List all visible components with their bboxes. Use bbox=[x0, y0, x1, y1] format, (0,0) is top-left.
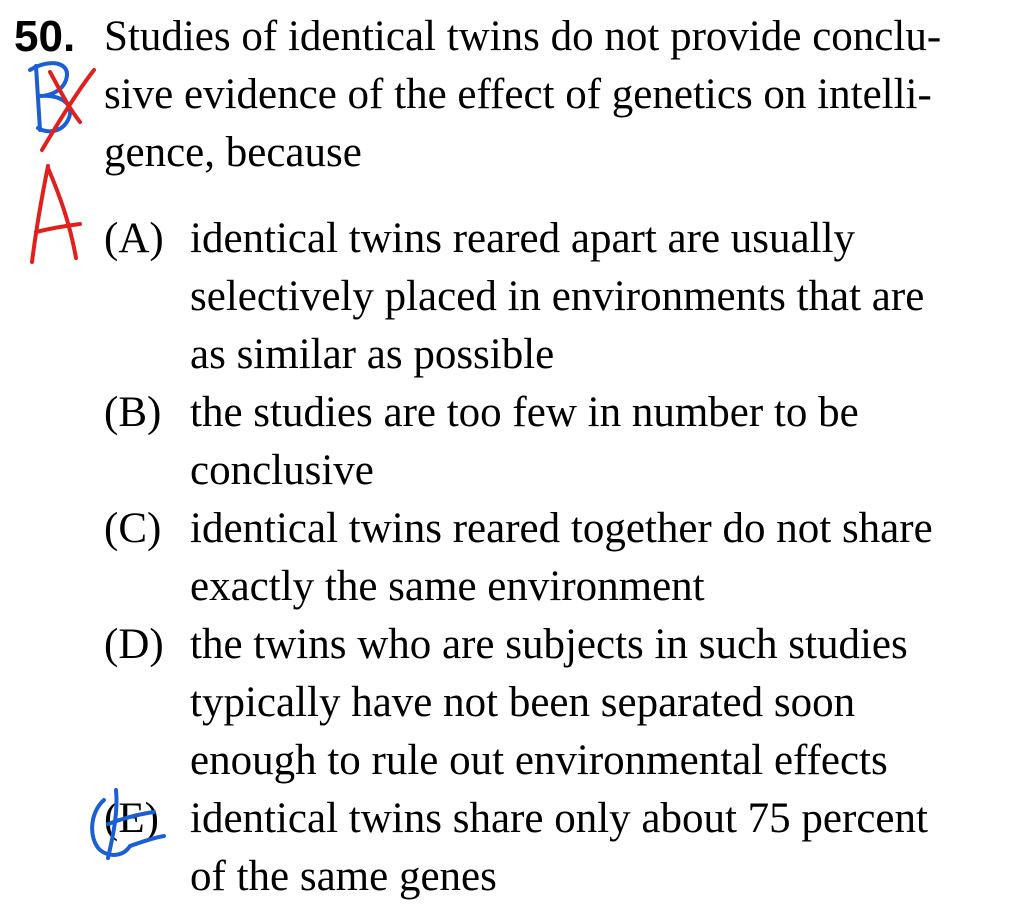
red-cross-mark bbox=[40, 68, 96, 152]
stem-line: gence, because bbox=[104, 129, 362, 176]
choice-line: selectively placed in environments that … bbox=[190, 273, 925, 320]
choice-letter: (B) bbox=[104, 389, 162, 436]
choice-letter: (A) bbox=[104, 215, 164, 262]
choice-text: identical twins reared together do not s… bbox=[190, 500, 1010, 616]
choice-line: identical twins share only about 75 perc… bbox=[190, 795, 928, 842]
choice-line: enough to rule out environmental effects bbox=[190, 737, 888, 784]
choice-letter: (C) bbox=[104, 505, 162, 552]
question-number: 50. bbox=[14, 12, 76, 61]
choice-line: identical twins reared apart are usually bbox=[190, 215, 856, 262]
choice-letter: (E) bbox=[104, 795, 159, 842]
choice-text: the studies are too few in number to be … bbox=[190, 384, 1010, 500]
choice-text: the twins who are subjects in such studi… bbox=[190, 616, 1010, 790]
choice-line: as similar as possible bbox=[190, 331, 555, 378]
choice-line: typically have not been separated soon bbox=[190, 679, 856, 726]
question-page: 50. Studies of identical twins do not pr… bbox=[0, 0, 1022, 912]
choice-letter: (D) bbox=[104, 621, 164, 668]
choice-line: conclusive bbox=[190, 447, 374, 494]
choice-line: of the same genes bbox=[190, 853, 497, 900]
red-a-mark bbox=[30, 164, 82, 264]
stem-line: Studies of identical twins do not provid… bbox=[104, 13, 942, 60]
choice-line: the studies are too few in number to be bbox=[190, 389, 859, 436]
question-stem: Studies of identical twins do not provid… bbox=[104, 8, 1004, 182]
blue-b-mark bbox=[28, 61, 72, 134]
choice-line: exactly the same environment bbox=[190, 563, 705, 610]
stem-line: sive evidence of the effect of genetics … bbox=[104, 71, 932, 118]
choice-line: identical twins reared together do not s… bbox=[190, 505, 933, 552]
choice-line: the twins who are subjects in such studi… bbox=[190, 621, 908, 668]
choice-text: identical twins share only about 75 perc… bbox=[190, 790, 1010, 906]
choice-text: identical twins reared apart are usually… bbox=[190, 210, 1010, 384]
